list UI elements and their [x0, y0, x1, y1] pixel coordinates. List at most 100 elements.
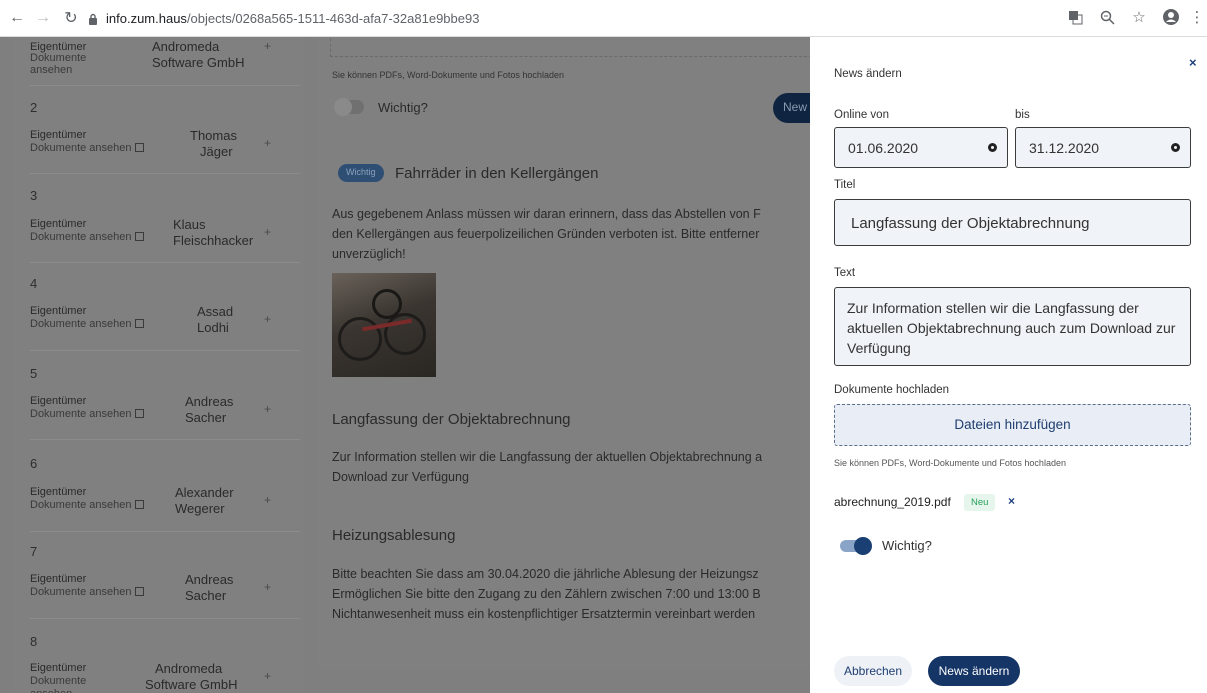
add-icon[interactable]: + — [264, 402, 271, 416]
documents-link-cont[interactable]: ansehen — [30, 688, 72, 693]
documents-link[interactable]: Dokumente ansehen — [30, 408, 132, 420]
back-arrow-icon[interactable]: ← — [6, 7, 28, 29]
address-bar[interactable]: info.zum.haus/objects/0268a565-1511-463d… — [88, 5, 479, 31]
owner-role: Eigentümer — [30, 662, 87, 674]
add-icon[interactable]: + — [264, 312, 271, 326]
wichtig-toggle[interactable] — [334, 98, 364, 116]
divider — [30, 262, 300, 263]
text-textarea[interactable]: Zur Information stellen wir die Langfass… — [834, 287, 1191, 366]
lock-icon — [88, 13, 98, 25]
list-item: Eigentümer Dokumente ansehen Thomas Jäge… — [30, 128, 298, 173]
add-icon[interactable]: + — [264, 580, 271, 594]
documents-link[interactable]: Dokumente ansehen — [30, 318, 132, 330]
panel-title: News ändern — [834, 68, 902, 80]
reload-icon[interactable]: ↻ — [60, 7, 82, 29]
cancel-button[interactable]: Abbrechen — [834, 656, 912, 686]
wichtig-toggle[interactable] — [840, 537, 872, 555]
external-link-icon — [135, 143, 144, 152]
external-link-icon — [135, 587, 144, 596]
divider — [30, 350, 300, 351]
news-text-line: Nichtanwesenheit muss ein kostenpflichti… — [332, 607, 756, 621]
browser-toolbar: ← → ↻ info.zum.haus/objects/0268a565-151… — [0, 0, 1207, 37]
title-input[interactable]: Langfassung der Objektabrechnung — [834, 199, 1191, 246]
list-item: Eigentümer Dokumente ansehen Alexander W… — [30, 485, 298, 530]
account-icon[interactable] — [1161, 7, 1181, 27]
owner-last-name: Jäger — [200, 144, 233, 159]
owner-role: Eigentümer — [30, 486, 87, 498]
upload-label: Dokumente hochladen — [834, 384, 950, 396]
owner-first-name: Andreas — [185, 572, 234, 587]
bookmark-star-icon[interactable]: ☆ — [1129, 7, 1149, 27]
add-files-button[interactable]: Dateien hinzufügen — [834, 404, 1191, 446]
edit-news-panel: News ändern × Online von bis 01.06.2020 … — [810, 37, 1207, 693]
date-from-field[interactable]: 01.06.2020 — [834, 127, 1008, 168]
add-icon[interactable]: + — [264, 669, 271, 683]
news-text-line: Ermöglichen Sie bitte den Zugang zu den … — [332, 587, 761, 601]
owner-role: Eigentümer — [30, 218, 87, 230]
owner-role: Eigentümer — [30, 395, 87, 407]
documents-link[interactable]: Dokumente ansehen — [30, 499, 132, 511]
menu-kebab-icon[interactable]: ⋮ — [1190, 7, 1205, 27]
external-link-icon — [135, 232, 144, 241]
external-link-icon — [135, 500, 144, 509]
list-item: Eigentümer Dokumente ansehen Andromeda S… — [30, 39, 298, 87]
list-item: Eigentümer Dokumente ansehen Andreas Sac… — [30, 394, 298, 439]
url-host: info.zum.haus — [106, 10, 187, 26]
object-number: 4 — [30, 276, 38, 291]
new-file-badge: Neu — [964, 494, 996, 511]
documents-link[interactable]: Dokumente ansehen — [30, 142, 132, 154]
divider — [30, 439, 300, 440]
divider — [30, 85, 300, 86]
text-label: Text — [834, 267, 856, 279]
owner-last-name: Fleischhacker — [173, 233, 254, 248]
divider — [30, 531, 300, 532]
close-icon[interactable]: × — [1189, 55, 1197, 70]
news-text-line: Bitte beachten Sie dass am 30.04.2020 di… — [332, 567, 759, 581]
list-item: Eigentümer Dokumente ansehen Andreas Sac… — [30, 572, 298, 617]
important-badge: Wichtig — [338, 164, 384, 182]
news-text-line: unverzüglich! — [332, 247, 406, 261]
add-icon[interactable]: + — [264, 136, 271, 150]
list-item: Eigentümer Dokumente ansehen Assad Lodhi… — [30, 304, 298, 349]
forward-arrow-icon[interactable]: → — [32, 7, 54, 29]
zoom-icon[interactable] — [1097, 7, 1117, 27]
online-from-label: Online von — [834, 109, 889, 121]
page-overlay: Eigentümer Dokumente ansehen Andromeda S… — [0, 37, 1207, 693]
divider — [30, 173, 300, 174]
owner-first-name: Alexander — [175, 485, 234, 500]
object-number: 7 — [30, 544, 38, 559]
documents-link[interactable]: Dokumente ansehen — [30, 52, 110, 76]
news-title: Langfassung der Objektabrechnung — [332, 411, 571, 428]
owner-role: Eigentümer — [30, 129, 87, 141]
news-text-line: Aus gegebenem Anlass müssen wir daran er… — [332, 207, 761, 221]
translate-icon[interactable] — [1065, 7, 1085, 27]
owner-last-name: Sacher — [185, 588, 227, 603]
clear-date-from-icon[interactable] — [988, 143, 997, 152]
external-link-icon — [135, 409, 144, 418]
owner-last-name: Sacher — [185, 410, 227, 425]
add-icon[interactable]: + — [264, 39, 271, 53]
add-icon[interactable]: + — [264, 225, 271, 239]
news-content: Sie können PDFs, Word-Dokumente und Foto… — [318, 37, 833, 670]
add-icon[interactable]: + — [264, 493, 271, 507]
save-news-button[interactable]: News ändern — [928, 656, 1020, 686]
list-item: Eigentümer Dokumente ansehen Andromeda S… — [30, 661, 298, 693]
list-item: Eigentümer Dokumente ansehen Klaus Fleis… — [30, 217, 298, 262]
owner-first-name: Andromeda — [155, 661, 223, 676]
documents-link[interactable]: Dokumente — [30, 675, 86, 687]
wichtig-label: Wichtig? — [882, 538, 932, 553]
news-text-line: den Kellergängen aus feuerpolizeilichen … — [332, 227, 760, 241]
object-number: 5 — [30, 366, 38, 381]
documents-link[interactable]: Dokumente ansehen — [30, 586, 132, 598]
object-number: 6 — [30, 456, 38, 471]
clear-date-to-icon[interactable] — [1171, 143, 1180, 152]
divider — [30, 618, 300, 619]
documents-link[interactable]: Dokumente ansehen — [30, 231, 132, 243]
date-to-value: 31.12.2020 — [1029, 140, 1100, 156]
owner-last-name: Software GmbH — [145, 677, 238, 692]
remove-file-icon[interactable]: × — [1008, 494, 1015, 508]
news-title: Heizungsablesung — [332, 527, 456, 544]
news-title: Fahrräder in den Kellergängen — [395, 165, 599, 182]
date-to-field[interactable]: 31.12.2020 — [1015, 127, 1191, 168]
news-text-line: Download zur Verfügung — [332, 470, 469, 484]
